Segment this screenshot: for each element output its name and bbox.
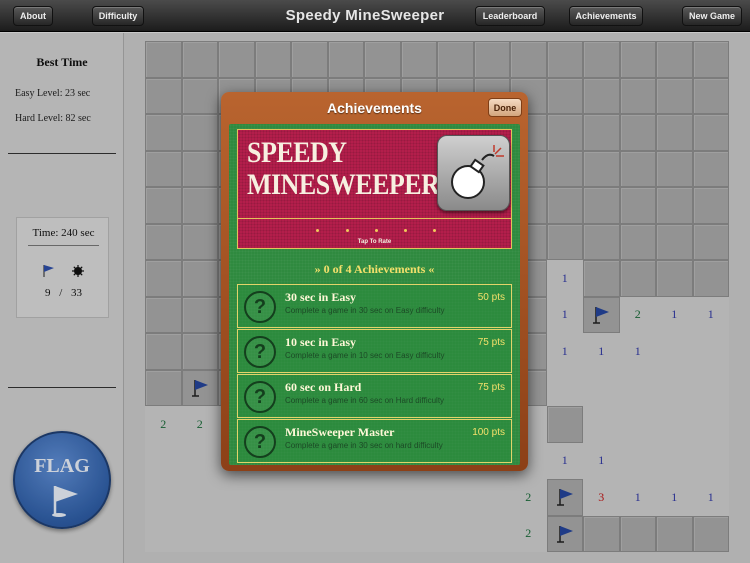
achievement-name: 30 sec in Easy	[285, 290, 357, 304]
promo-title-line2: MINESWEEPER	[247, 167, 440, 202]
about-button[interactable]: About	[13, 6, 53, 26]
app-title: Speedy MineSweeper	[285, 7, 445, 24]
achievement-description: Complete a game in 60 sec on Hard diffic…	[285, 396, 445, 405]
achievement-item[interactable]: ? 60 sec on Hard Complete a game in 60 s…	[237, 374, 512, 418]
rating-dot	[433, 229, 436, 232]
bomb-app-icon	[437, 135, 510, 211]
achievement-description: Complete a game in 10 sec on Easy diffic…	[285, 351, 445, 360]
done-button[interactable]: Done	[488, 98, 522, 117]
achievement-item[interactable]: ? MineSweeper Master Complete a game in …	[237, 419, 512, 463]
achievement-item[interactable]: ? 10 sec in Easy Complete a game in 10 s…	[237, 329, 512, 373]
achievement-points: 75 pts	[477, 337, 505, 348]
achievement-points: 75 pts	[477, 382, 505, 393]
arrow-right-icon: »	[314, 262, 321, 276]
arrow-left-icon: «	[428, 262, 435, 276]
promo-title-line1: SPEEDY	[247, 135, 347, 170]
rating-strip: Tap To Rate	[238, 218, 511, 248]
question-icon: ?	[244, 381, 276, 413]
difficulty-button[interactable]: Difficulty	[92, 6, 144, 26]
achievements-modal: Achievements Done SPEEDY MINESWEEPER Tap…	[221, 92, 528, 471]
tap-to-rate-label: Tap To Rate	[357, 239, 392, 245]
achievement-name: 10 sec in Easy	[285, 335, 357, 349]
top-toolbar: About Difficulty Speedy MineSweeper Lead…	[0, 0, 750, 32]
question-icon: ?	[244, 336, 276, 368]
leaderboard-button[interactable]: Leaderboard	[475, 6, 545, 26]
rating-dot	[404, 229, 407, 232]
rating-dot	[346, 229, 349, 232]
achievements-button[interactable]: Achievements	[569, 6, 643, 26]
achievement-description: Complete a game in 30 sec on Easy diffic…	[285, 306, 445, 315]
achievement-name: 60 sec on Hard	[285, 380, 362, 394]
achievement-points: 50 pts	[477, 292, 505, 303]
rate-app-banner[interactable]: SPEEDY MINESWEEPER Tap To Rate	[237, 129, 512, 249]
question-icon: ?	[244, 291, 276, 323]
rating-dot	[375, 229, 378, 232]
achievement-item[interactable]: ? 30 sec in Easy Complete a game in 30 s…	[237, 284, 512, 328]
question-icon: ?	[244, 426, 276, 458]
achievement-description: Complete a game in 30 sec on hard diffic…	[285, 441, 443, 450]
achievement-name: MineSweeper Master	[285, 425, 395, 439]
achievements-panel: SPEEDY MINESWEEPER Tap To Rate » 0 of 4 …	[229, 124, 520, 465]
achievement-points: 100 pts	[472, 427, 505, 438]
achievements-count-label: 0 of 4 Achievements	[323, 262, 426, 276]
rating-dot	[316, 229, 319, 232]
achievements-count: » 0 of 4 Achievements «	[229, 262, 520, 277]
modal-title: Achievements	[327, 100, 422, 116]
new-game-button[interactable]: New Game	[682, 6, 742, 26]
